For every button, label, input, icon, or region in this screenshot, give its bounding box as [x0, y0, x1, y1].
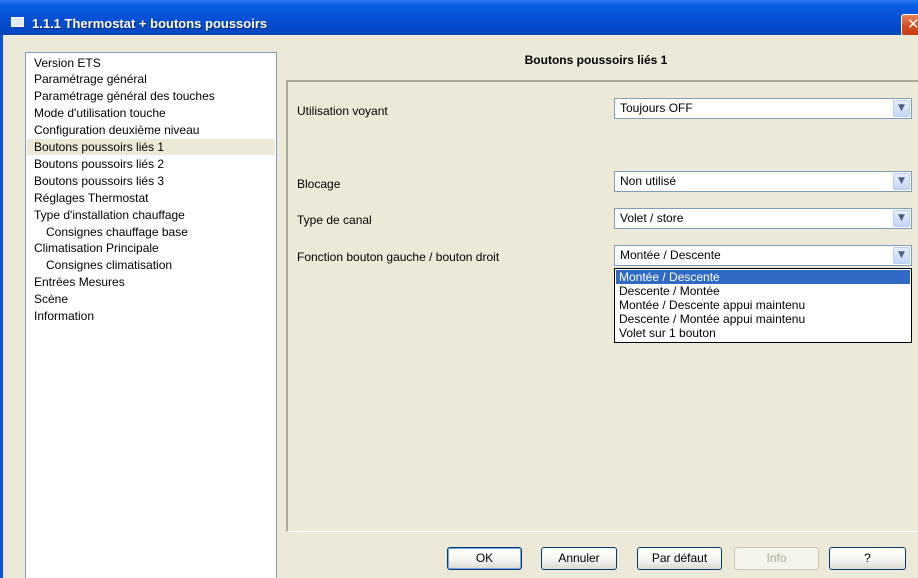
tree-item-type-installation[interactable]: Type d'installation chauffage [34, 207, 185, 223]
chevron-down-icon[interactable]: ▼ [893, 173, 910, 190]
tree-item-boutons-lies-3[interactable]: Boutons poussoirs liés 3 [34, 173, 164, 189]
combo-value: Volet / store [620, 211, 684, 225]
window-title: 1.1.1 Thermostat + boutons poussoirs [32, 16, 268, 31]
tree-item-consignes-climatisation[interactable]: Consignes climatisation [46, 257, 172, 273]
close-button[interactable]: ✕ [901, 14, 918, 36]
dropdown-option[interactable]: Descente / Montée appui maintenu [616, 312, 910, 326]
tree-item-climatisation-principale[interactable]: Climatisation Principale [34, 240, 159, 256]
tree-item-parametrage-general[interactable]: Paramétrage général [34, 71, 147, 87]
tree-item-reglages-thermostat[interactable]: Réglages Thermostat [34, 190, 149, 206]
tree-item-information[interactable]: Information [34, 308, 94, 324]
label-type-canal: Type de canal [297, 213, 372, 227]
tree-item-boutons-lies-2[interactable]: Boutons poussoirs liés 2 [34, 156, 164, 172]
dropdown-option[interactable]: Montée / Descente appui maintenu [616, 298, 910, 312]
window-icon [11, 17, 24, 27]
combo-value: Non utilisé [620, 174, 677, 188]
dropdown-list-fonction-boutons[interactable]: Montée / Descente Descente / Montée Mont… [614, 268, 912, 343]
combo-value: Montée / Descente [620, 248, 721, 262]
tree-item-mode-utilisation[interactable]: Mode d'utilisation touche [34, 105, 166, 121]
combo-utilisation-voyant[interactable]: Toujours OFF ▼ [614, 98, 912, 119]
tree-item-consignes-chauffage[interactable]: Consignes chauffage base [46, 224, 188, 240]
dropdown-option[interactable]: Montée / Descente [616, 270, 910, 284]
tree-item-configuration-niveau[interactable]: Configuration deuxième niveau [34, 122, 199, 138]
info-button: Info [734, 547, 819, 570]
dropdown-option[interactable]: Volet sur 1 bouton [616, 326, 910, 340]
combo-blocage[interactable]: Non utilisé ▼ [614, 171, 912, 192]
close-icon: ✕ [907, 15, 918, 33]
combo-fonction-boutons[interactable]: Montée / Descente ▼ [614, 245, 912, 266]
dialog-window: 1.1.1 Thermostat + boutons poussoirs ✕ V… [0, 0, 918, 578]
combo-type-canal[interactable]: Volet / store ▼ [614, 208, 912, 229]
chevron-down-icon[interactable]: ▼ [893, 100, 910, 117]
label-utilisation-voyant: Utilisation voyant [297, 104, 388, 118]
combo-value: Toujours OFF [620, 101, 693, 115]
default-button[interactable]: Par défaut [637, 547, 722, 570]
cancel-button[interactable]: Annuler [541, 547, 617, 570]
title-bar[interactable]: 1.1.1 Thermostat + boutons poussoirs ✕ [0, 0, 918, 36]
chevron-down-icon[interactable]: ▼ [893, 247, 910, 264]
chevron-down-icon[interactable]: ▼ [893, 210, 910, 227]
tree-item-boutons-lies-1[interactable]: Boutons poussoirs liés 1 [27, 139, 275, 155]
tree-item-parametrage-touches[interactable]: Paramétrage général des touches [34, 88, 215, 104]
dropdown-option[interactable]: Descente / Montée [616, 284, 910, 298]
tree-item-scene[interactable]: Scène [34, 291, 68, 307]
label-fonction-boutons: Fonction bouton gauche / bouton droit [297, 250, 500, 264]
panel-heading: Boutons poussoirs liés 1 [524, 53, 668, 67]
tree-item-entrees-mesures[interactable]: Entrées Mesures [34, 274, 125, 290]
parameter-tree[interactable]: Version ETS Paramétrage général Paramétr… [25, 52, 277, 578]
help-button[interactable]: ? [829, 547, 906, 570]
label-blocage: Blocage [297, 177, 341, 191]
ok-button[interactable]: OK [447, 547, 522, 570]
tree-item-version-ets[interactable]: Version ETS [34, 55, 101, 71]
